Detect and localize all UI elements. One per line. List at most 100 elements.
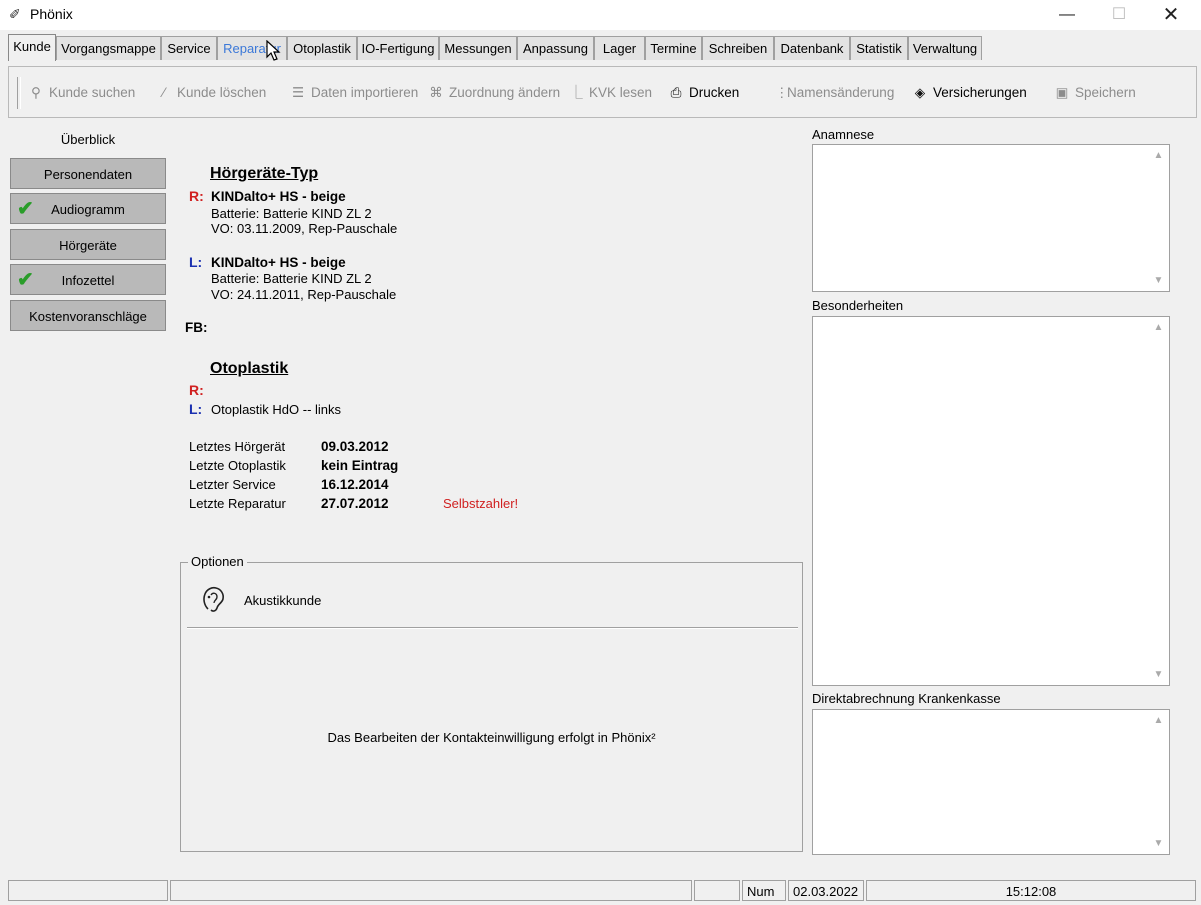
left-device-model: KINDalto+ HS - beige [211, 255, 346, 270]
scroll-up-icon[interactable]: ▲ [1150, 319, 1167, 336]
app-window: ✐ Phönix — ☐ ✕ Kunde Vorgangsmappe Servi… [0, 0, 1201, 905]
toolbar: ⚲ Kunde suchen ⁄ Kunde löschen ☰ Daten impo… [8, 66, 1197, 118]
printer-icon: ⎙ [670, 85, 682, 100]
insurance-card-icon: ◈ [914, 85, 926, 100]
kvk-lesen-button[interactable]: ⎿ KVK lesen [567, 82, 652, 104]
right-device-vo: VO: 03.11.2009, Rep-Pauschale [211, 221, 398, 236]
search-icon: ⚲ [31, 85, 41, 100]
letztes-hoergeraet-label: Letztes Hörgerät [189, 439, 286, 454]
check-icon: ✔ [17, 269, 34, 291]
tab-termine[interactable]: Termine [645, 36, 702, 60]
nav-hoergeraete[interactable]: Hörgeräte [10, 229, 166, 260]
letzte-reparatur-label: Letzte Reparatur [189, 496, 286, 511]
tab-schreiben[interactable]: Schreiben [702, 36, 774, 60]
speichern-button[interactable]: ▣ Speichern [1053, 82, 1136, 104]
options-separator [187, 627, 798, 629]
letzte-otoplastik-value: kein Eintrag [321, 458, 399, 473]
otoplastik-title: Otoplastik [210, 360, 289, 377]
hearing-aid-icon [203, 586, 224, 612]
scroll-up-icon[interactable]: ▲ [1150, 712, 1167, 729]
status-panel-3 [694, 880, 740, 901]
letzter-service-value: 16.12.2014 [321, 477, 389, 492]
left-device-vo: VO: 24.11.2011, Rep-Pauschale [211, 287, 397, 302]
status-date: 02.03.2022 [788, 880, 864, 901]
besonderheiten-label: Besonderheiten [812, 298, 904, 313]
status-panel-1 [8, 880, 168, 901]
anamnese-label: Anamnese [812, 127, 875, 142]
window-title: Phönix [30, 6, 73, 22]
tab-anpassung[interactable]: Anpassung [517, 36, 594, 60]
status-bar: Num 02.03.2022 15:12:08 [8, 880, 1196, 902]
hoergeraete-typ-title: Hörgeräte-Typ [210, 165, 319, 182]
tab-service[interactable]: Service [161, 36, 217, 60]
right-device-battery: Batterie: Batterie KIND ZL 2 [211, 206, 372, 221]
dots-icon: ⋮ [775, 85, 789, 100]
customer-nav: Überblick Personendaten ✔ Audiogramm Hör… [8, 124, 168, 870]
maximize-icon: ☐ [1111, 6, 1127, 23]
database-icon: ☰ [291, 85, 305, 100]
anamnese-textarea[interactable]: ▲ ▼ [812, 144, 1170, 292]
optionen-group: Optionen Akustikkunde Das Bearbeiten der… [180, 554, 803, 852]
direktabrechnung-scrollbar[interactable]: ▲ ▼ [1150, 712, 1167, 852]
status-panel-2 [170, 880, 692, 901]
tab-lager[interactable]: Lager [594, 36, 645, 60]
status-time: 15:12:08 [866, 880, 1196, 901]
left-ear-marker: L: [189, 254, 203, 270]
namensaenderung-button[interactable]: ⋮Namensänderung [775, 82, 894, 104]
letzte-reparatur-value: 27.07.2012 [321, 496, 389, 511]
tab-vorgangsmappe[interactable]: Vorgangsmappe [56, 36, 161, 60]
tab-kunde[interactable]: Kunde [8, 34, 56, 61]
close-icon: ✕ [1162, 4, 1180, 26]
anamnese-scrollbar[interactable]: ▲ ▼ [1150, 147, 1167, 289]
tab-verwaltung[interactable]: Verwaltung [908, 36, 982, 60]
zuordnung-aendern-button[interactable]: ⌘ Zuordnung ändern [427, 82, 560, 104]
tab-messungen[interactable]: Messungen [439, 36, 517, 60]
minimize-button[interactable]: — [1044, 0, 1090, 30]
fb-label: FB: [185, 320, 208, 335]
save-icon: ▣ [1055, 85, 1069, 100]
besonderheiten-textarea[interactable]: ▲ ▼ [812, 316, 1170, 686]
kunde-suchen-button[interactable]: ⚲ Kunde suchen [27, 82, 135, 104]
nav-audiogramm[interactable]: ✔ Audiogramm [10, 193, 166, 224]
right-ear-marker: R: [189, 188, 204, 204]
tab-io-fertigung[interactable]: IO-Fertigung [357, 36, 439, 60]
scroll-down-icon[interactable]: ▼ [1150, 835, 1167, 852]
drucken-button[interactable]: ⎙ Drucken [667, 82, 740, 104]
direktabrechnung-label: Direktabrechnung Krankenkasse [812, 691, 1001, 706]
status-num: Num [742, 880, 786, 901]
wand-icon: ⁄ [162, 85, 166, 100]
daten-importieren-button[interactable]: ☰ Daten importieren [289, 82, 418, 104]
toolbar-grip[interactable] [17, 77, 21, 109]
maximize-button[interactable]: ☐ [1096, 0, 1142, 30]
versicherungen-button[interactable]: ◈ Versicherungen [911, 82, 1027, 104]
otoplastik-left-marker: L: [189, 401, 203, 417]
nav-ueberblick[interactable]: Überblick [10, 124, 166, 155]
scroll-down-icon[interactable]: ▼ [1150, 666, 1167, 683]
scroll-up-icon[interactable]: ▲ [1150, 147, 1167, 164]
app-icon: ✐ [9, 6, 21, 22]
otoplastik-right-marker: R: [189, 382, 204, 398]
overview-panel: Hörgeräte-Typ R: KINDalto+ HS - beige Ba… [170, 124, 804, 870]
nav-infozettel[interactable]: ✔ Infozettel [10, 264, 166, 295]
nav-personendaten[interactable]: Personendaten [10, 158, 166, 189]
direktabrechnung-textarea[interactable]: ▲ ▼ [812, 709, 1170, 855]
nav-kostenvoranschlaege[interactable]: Kostenvoranschläge [10, 300, 166, 331]
tab-statistik[interactable]: Statistik [850, 36, 908, 60]
akustikkunde-option[interactable]: Akustikkunde [244, 593, 321, 608]
right-device-model: KINDalto+ HS - beige [211, 189, 346, 204]
besonderheiten-scrollbar[interactable]: ▲ ▼ [1150, 319, 1167, 683]
kunde-loeschen-button[interactable]: ⁄ Kunde löschen [155, 82, 266, 104]
tab-otoplastik[interactable]: Otoplastik [287, 36, 357, 60]
selbstzahler-note: Selbstzahler! [443, 496, 519, 511]
close-button[interactable]: ✕ [1148, 0, 1194, 30]
minimize-icon: — [1059, 6, 1075, 23]
title-bar: ✐ Phönix — ☐ ✕ [0, 0, 1201, 30]
letzter-service-label: Letzter Service [189, 477, 276, 492]
scroll-down-icon[interactable]: ▼ [1150, 272, 1167, 289]
check-icon: ✔ [17, 198, 34, 220]
mouse-cursor-icon [266, 40, 281, 61]
otoplastik-left-value: Otoplastik HdO -- links [211, 402, 342, 417]
letzte-otoplastik-label: Letzte Otoplastik [189, 458, 286, 473]
optionen-legend: Optionen [188, 554, 247, 569]
tab-datenbank[interactable]: Datenbank [774, 36, 850, 60]
